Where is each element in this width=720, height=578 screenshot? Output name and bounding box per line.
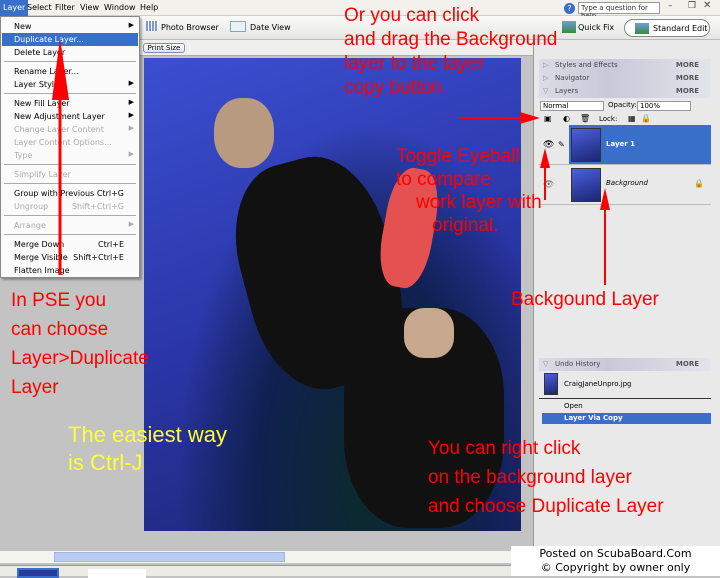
watermark-credit: Posted on ScubaBoard.Com © Copyright by o… — [511, 546, 720, 576]
annotation-arrows — [52, 38, 610, 285]
arrow-to-eyeball — [540, 148, 550, 200]
arrow-to-background-layer — [600, 188, 610, 285]
arrow-up-to-duplicate-layer — [52, 38, 69, 275]
arrow-to-copy-button — [460, 112, 540, 124]
